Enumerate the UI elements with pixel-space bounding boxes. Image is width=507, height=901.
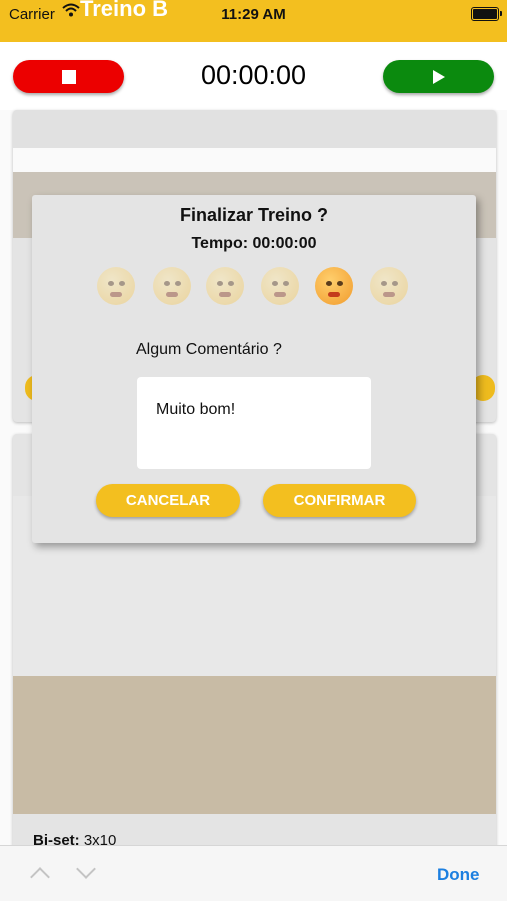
pointing-emoji-icon[interactable] xyxy=(315,267,353,305)
cancel-button[interactable]: CANCELAR xyxy=(96,484,240,517)
chevron-down-icon[interactable] xyxy=(76,859,96,879)
battery-icon xyxy=(471,7,502,21)
very-sad-emoji-icon[interactable] xyxy=(97,267,135,305)
play-icon xyxy=(433,70,445,84)
done-button[interactable]: Done xyxy=(437,865,480,885)
comment-text: Muito bom! xyxy=(156,401,236,418)
comment-label: Algum Comentário ? xyxy=(136,341,282,358)
dialog-time: Tempo: 00:00:00 xyxy=(191,235,317,252)
timer-bar: 00:00:00 xyxy=(0,42,507,110)
comment-input[interactable]: Muito bom! xyxy=(137,377,371,469)
play-button[interactable] xyxy=(383,60,494,93)
confirm-button[interactable]: CONFIRMAR xyxy=(263,484,416,517)
keyboard-toolbar: Done xyxy=(0,845,507,901)
surprised-emoji-icon[interactable] xyxy=(261,267,299,305)
dialog-title: Finalizar Treino ? xyxy=(179,205,329,225)
finish-workout-dialog: Finalizar Treino ? Tempo: 00:00:00 Algum… xyxy=(32,195,476,543)
chevron-up-icon[interactable] xyxy=(30,867,50,887)
worried-emoji-icon[interactable] xyxy=(206,267,244,305)
sick-emoji-icon[interactable] xyxy=(370,267,408,305)
status-bar: Carrier Treino B 11:29 AM xyxy=(0,0,507,42)
status-time: 11:29 AM xyxy=(221,6,286,23)
thinking-emoji-icon[interactable] xyxy=(153,267,191,305)
